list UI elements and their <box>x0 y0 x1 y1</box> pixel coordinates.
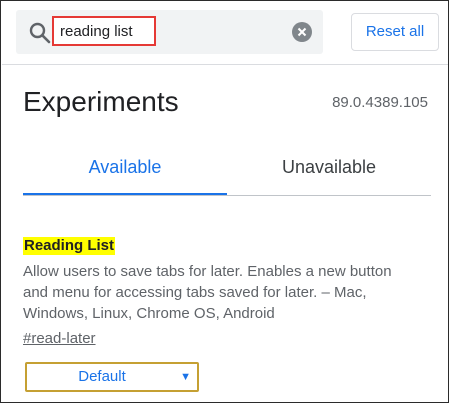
page-frame: Reset all Experiments 89.0.4389.105 Avai… <box>0 0 449 403</box>
experiment-reading-list: Reading List Allow users to save tabs fo… <box>23 237 431 348</box>
search-box[interactable] <box>16 10 323 54</box>
experiment-permalink[interactable]: #read-later <box>23 330 96 348</box>
search-icon <box>28 21 52 45</box>
version-label: 89.0.4389.105 <box>332 94 428 111</box>
tab-available[interactable]: Available <box>23 147 227 195</box>
clear-icon[interactable] <box>292 22 312 42</box>
experiment-description: Allow users to save tabs for later. Enab… <box>23 263 392 322</box>
experiment-name: Reading List <box>23 237 116 255</box>
tab-unavailable[interactable]: Unavailable <box>227 147 431 193</box>
tab-bar: Available Unavailable <box>23 147 431 196</box>
search-header: Reset all <box>2 2 448 65</box>
reset-all-button[interactable]: Reset all <box>351 13 439 51</box>
experiment-state-select[interactable]: Default ▼ <box>25 362 199 392</box>
search-input[interactable] <box>52 16 156 46</box>
select-value: Default <box>78 368 126 385</box>
page-title: Experiments <box>23 86 179 117</box>
chevron-down-icon: ▼ <box>180 371 191 383</box>
